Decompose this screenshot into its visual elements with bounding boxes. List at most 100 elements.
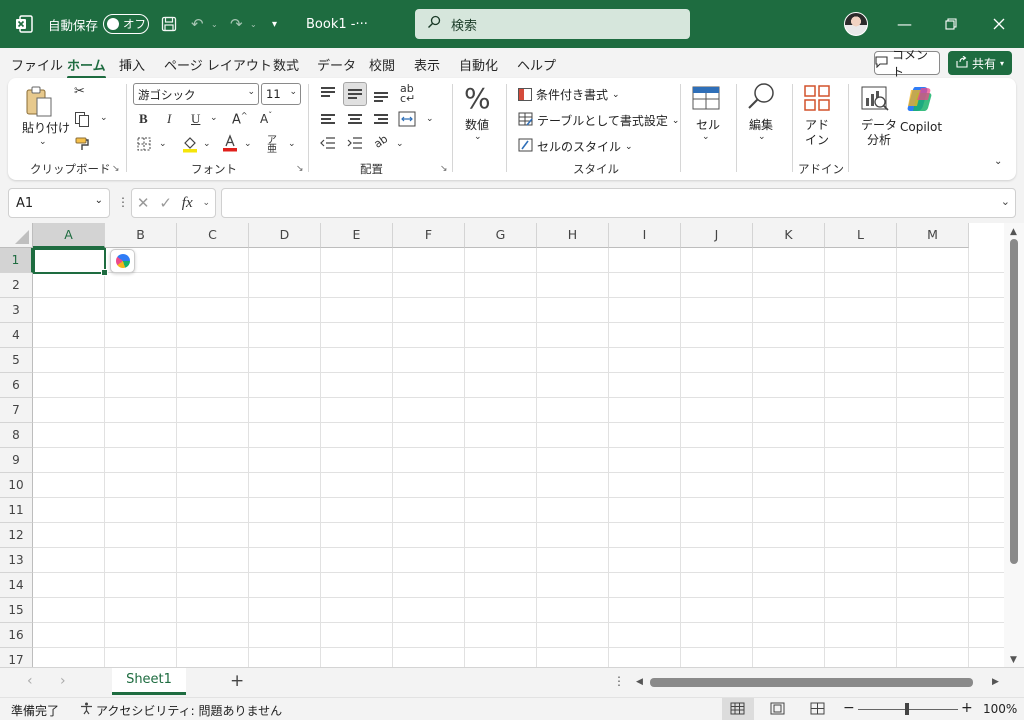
redo-icon[interactable]: ↷ [230, 0, 243, 48]
align-left-icon[interactable] [321, 114, 335, 125]
row-header-11[interactable]: 11 [0, 498, 33, 523]
number-label[interactable]: 数値 [465, 118, 489, 133]
decrease-indent-icon[interactable] [320, 137, 336, 153]
tab-data[interactable]: データ [317, 55, 356, 74]
row-header-3[interactable]: 3 [0, 298, 33, 323]
format-painter-icon[interactable] [74, 136, 90, 156]
wrap-text-icon[interactable]: ab c↵ [400, 83, 415, 104]
column-header-d[interactable]: D [249, 223, 321, 248]
row-header-15[interactable]: 15 [0, 598, 33, 623]
cell-area[interactable] [33, 248, 1004, 667]
data-analysis-label[interactable]: データ 分析 [861, 118, 897, 148]
find-icon[interactable] [746, 82, 776, 115]
undo-dropdown-icon[interactable]: ⌄ [211, 0, 218, 48]
number-dropdown-icon[interactable]: ⌄ [474, 132, 482, 142]
cancel-icon[interactable]: ✕ [137, 194, 150, 212]
undo-icon[interactable]: ↶ [191, 0, 204, 48]
fill-color-dropdown-icon[interactable]: ⌄ [203, 139, 211, 149]
row-header-9[interactable]: 9 [0, 448, 33, 473]
zoom-in-icon[interactable]: + [961, 700, 973, 716]
merge-center-icon[interactable] [398, 111, 416, 131]
scroll-left-icon[interactable]: ◀ [636, 677, 643, 687]
column-header-l[interactable]: L [825, 223, 897, 248]
row-header-14[interactable]: 14 [0, 573, 33, 598]
zoom-slider-thumb[interactable] [905, 703, 909, 715]
minimize-icon[interactable]: — [897, 0, 912, 48]
horizontal-scroll-thumb[interactable] [650, 678, 973, 687]
autosave-toggle[interactable]: オフ [103, 0, 149, 48]
underline-dropdown-icon[interactable]: ⌄ [210, 113, 218, 123]
account-avatar[interactable] [844, 12, 868, 36]
row-header-5[interactable]: 5 [0, 348, 33, 373]
row-header-10[interactable]: 10 [0, 473, 33, 498]
clipboard-launcher-icon[interactable]: ↘ [112, 164, 120, 174]
copilot-icon[interactable] [905, 84, 935, 117]
column-header-k[interactable]: K [753, 223, 825, 248]
sheet-tab-sheet1[interactable]: Sheet1 [112, 668, 186, 695]
row-header-13[interactable]: 13 [0, 548, 33, 573]
row-header-6[interactable]: 6 [0, 373, 33, 398]
number-format-icon[interactable]: % [464, 82, 491, 115]
accessibility-icon[interactable] [80, 702, 93, 718]
editing-dropdown-icon[interactable]: ⌄ [758, 132, 766, 142]
expand-formula-icon[interactable]: ⌄ [1001, 195, 1010, 208]
align-top-icon[interactable] [321, 87, 335, 98]
cells-dropdown-icon[interactable]: ⌄ [702, 132, 710, 142]
copilot-cell-button[interactable] [110, 249, 135, 273]
editing-label[interactable]: 編集 [749, 118, 773, 133]
align-center-icon[interactable] [348, 114, 362, 125]
zoom-out-icon[interactable]: − [843, 700, 855, 716]
column-header-m[interactable]: M [897, 223, 969, 248]
column-header-i[interactable]: I [609, 223, 681, 248]
copy-icon[interactable] [74, 111, 90, 131]
cells-icon[interactable] [692, 84, 720, 115]
column-header-e[interactable]: E [321, 223, 393, 248]
tab-help[interactable]: ヘルプ [517, 55, 556, 74]
scroll-up-icon[interactable]: ▲ [1010, 227, 1017, 237]
increase-font-size-icon[interactable]: A^ [232, 111, 248, 127]
phonetic-guide-icon[interactable]: ア亜 [267, 136, 277, 155]
redo-dropdown-icon[interactable]: ⌄ [250, 0, 257, 48]
enter-icon[interactable]: ✓ [159, 194, 172, 212]
next-sheet-icon[interactable]: › [60, 673, 66, 689]
prev-sheet-icon[interactable]: ‹ [27, 673, 33, 689]
decrease-font-size-icon[interactable]: Aˇ [260, 111, 272, 126]
column-header-f[interactable]: F [393, 223, 465, 248]
italic-button[interactable]: I [167, 111, 171, 127]
paste-dropdown-icon[interactable]: ⌄ [39, 137, 47, 147]
orientation-icon[interactable]: ab [372, 132, 391, 151]
row-header-1[interactable]: 1 [0, 248, 33, 273]
tab-review[interactable]: 校閲 [369, 55, 395, 74]
tab-page-layout[interactable]: ページ レイアウト [164, 55, 272, 74]
column-header-c[interactable]: C [177, 223, 249, 248]
font-name-select[interactable]: 游ゴシック ⌄ [133, 83, 259, 105]
more-options-icon[interactable]: ⋮ [117, 195, 129, 209]
column-header-b[interactable]: B [105, 223, 177, 248]
font-color-dropdown-icon[interactable]: ⌄ [244, 139, 252, 149]
worksheet-grid[interactable]: ABCDEFGHIJKLM 1 2 3 4 5 6 7 8 9 10 11 12 13 14 15 16 17 [0, 223, 1004, 667]
merge-dropdown-icon[interactable]: ⌄ [426, 114, 434, 124]
tab-automate[interactable]: 自動化 [459, 55, 498, 74]
scroll-right-icon[interactable]: ▶ [992, 677, 999, 687]
column-header-a[interactable]: A [33, 223, 105, 248]
formula-input[interactable]: ⌄ [221, 188, 1016, 218]
data-analysis-icon[interactable] [860, 84, 890, 117]
add-sheet-button[interactable]: + [230, 671, 244, 691]
fill-color-icon[interactable] [182, 135, 198, 157]
search-box[interactable]: 検索 [415, 9, 690, 39]
page-break-view-icon[interactable] [810, 702, 825, 718]
increase-indent-icon[interactable] [347, 137, 363, 153]
font-size-select[interactable]: 11 ⌄ [261, 83, 301, 105]
cell-styles-button[interactable]: セルのスタイル ⌄ [518, 138, 633, 155]
column-header-g[interactable]: G [465, 223, 537, 248]
comment-button[interactable]: コメント [874, 48, 940, 79]
font-launcher-icon[interactable]: ↘ [296, 164, 304, 174]
page-layout-view-icon[interactable] [770, 702, 785, 718]
row-header-16[interactable]: 16 [0, 623, 33, 648]
row-header-8[interactable]: 8 [0, 423, 33, 448]
phonetic-dropdown-icon[interactable]: ⌄ [288, 139, 296, 149]
paste-icon[interactable] [24, 86, 54, 121]
save-icon[interactable] [161, 0, 177, 48]
cells-label[interactable]: セル [696, 118, 720, 133]
tab-view[interactable]: 表示 [414, 55, 440, 74]
